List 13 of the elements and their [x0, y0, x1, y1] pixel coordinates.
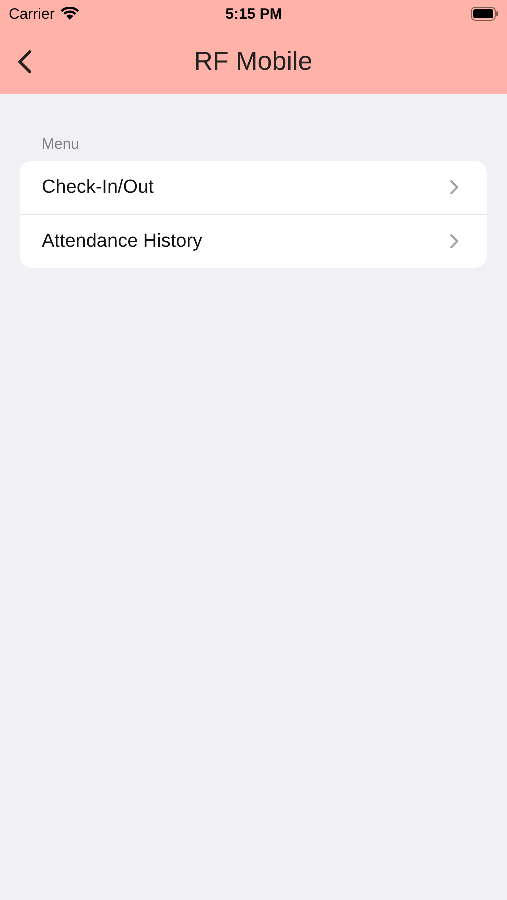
- wifi-icon: [60, 7, 80, 21]
- menu-item-label: Check-In/Out: [42, 176, 154, 198]
- menu-item-label: Attendance History: [42, 230, 203, 252]
- screen-title: RF Mobile: [194, 46, 313, 76]
- back-chevron-icon: [18, 50, 32, 74]
- carrier-name: Carrier: [9, 6, 55, 22]
- menu-item[interactable]: Check-In/Out: [20, 161, 487, 214]
- section-header: Menu: [41, 136, 81, 153]
- status-time: 5:15 PM: [226, 6, 282, 22]
- chevron-right-icon: [450, 234, 459, 249]
- chevron-right-icon: [450, 180, 459, 195]
- battery-icon: [470, 7, 499, 21]
- menu-item[interactable]: Attendance History: [20, 214, 487, 268]
